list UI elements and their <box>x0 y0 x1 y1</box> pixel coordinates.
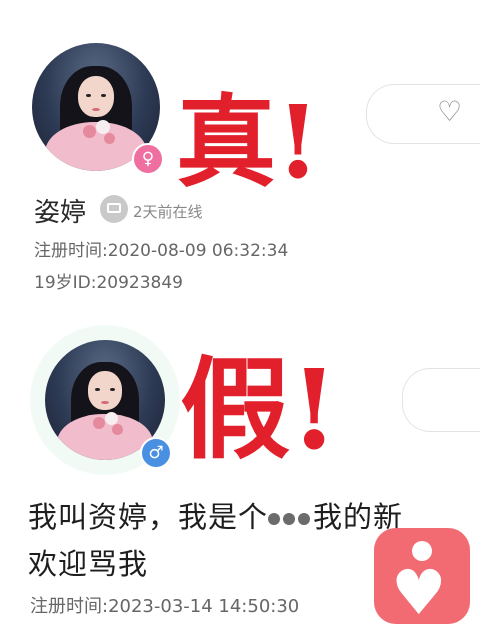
heart-outline-icon: ♡ <box>437 95 463 128</box>
heart-person-logo: ♥ <box>374 528 470 624</box>
like-button-real[interactable]: ♡ <box>366 84 480 144</box>
like-button-fake[interactable] <box>402 368 480 432</box>
register-time-fake: 注册时间:2023-03-14 14:50:30 <box>30 596 300 617</box>
online-status: 2天前在线 <box>133 203 203 221</box>
age-id: 19岁ID:20923849 <box>34 273 183 293</box>
bio-line-2: 欢迎骂我 <box>28 547 149 581</box>
verdict-real: 真! <box>176 83 320 201</box>
blurred-text <box>268 500 313 534</box>
verdict-fake: 假! <box>180 345 339 474</box>
male-gender-icon: ♂ <box>140 437 172 469</box>
bio-line-1: 我叫资婷，我是个 我的新 <box>28 500 404 534</box>
message-bubble-icon[interactable] <box>100 195 128 223</box>
username: 姿婷 <box>34 198 87 228</box>
female-gender-icon: ♀ <box>132 143 164 175</box>
register-time-real: 注册时间:2020-08-09 06:32:34 <box>34 241 289 261</box>
